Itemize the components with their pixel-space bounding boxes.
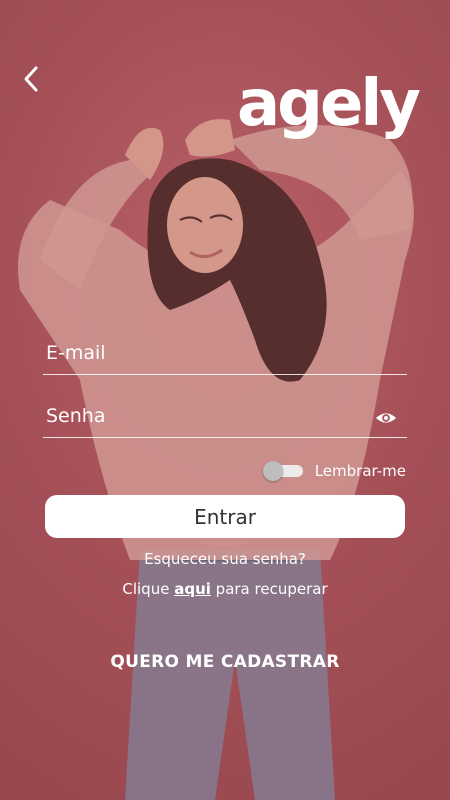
remember-me-row: Lembrar-me bbox=[262, 461, 406, 481]
agely-logo: agely bbox=[236, 67, 421, 141]
email-field-container bbox=[43, 342, 407, 375]
login-screen: agely Lembrar-me Entrar Esqueceu sua sen… bbox=[0, 0, 450, 800]
recover-suffix: para recuperar bbox=[210, 580, 328, 598]
remember-me-label: Lembrar-me bbox=[314, 462, 406, 480]
email-field[interactable] bbox=[43, 342, 407, 374]
remember-me-toggle[interactable] bbox=[262, 461, 303, 481]
toggle-knob bbox=[262, 461, 283, 481]
forgot-password-text: Esqueceu sua senha? bbox=[144, 550, 306, 568]
chevron-left-icon bbox=[24, 66, 38, 92]
recover-link[interactable]: aqui bbox=[174, 580, 211, 598]
password-field-container bbox=[43, 405, 407, 438]
recover-prefix: Clique bbox=[122, 580, 175, 598]
eye-icon[interactable] bbox=[375, 407, 397, 429]
password-field[interactable] bbox=[43, 405, 407, 437]
recover-password-line: Clique aqui para recuperar bbox=[0, 580, 450, 598]
enter-button[interactable]: Entrar bbox=[45, 495, 405, 538]
back-button[interactable] bbox=[14, 62, 48, 96]
register-button[interactable]: QUERO ME CADASTRAR bbox=[0, 652, 450, 672]
